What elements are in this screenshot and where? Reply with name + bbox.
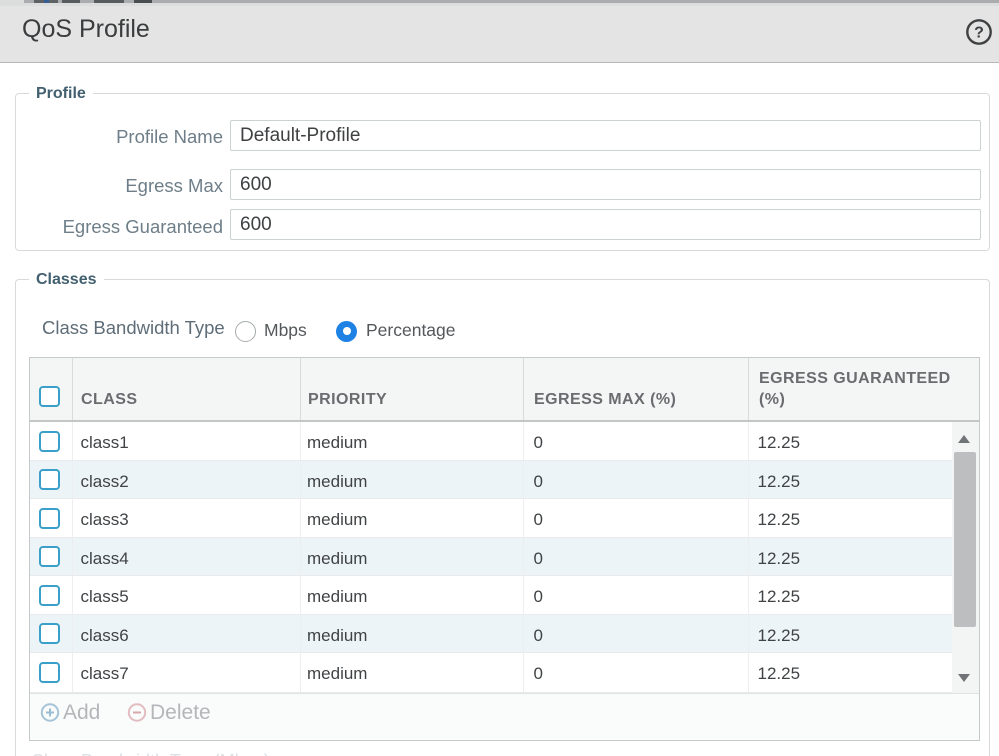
svg-text:?: ?: [974, 25, 984, 42]
